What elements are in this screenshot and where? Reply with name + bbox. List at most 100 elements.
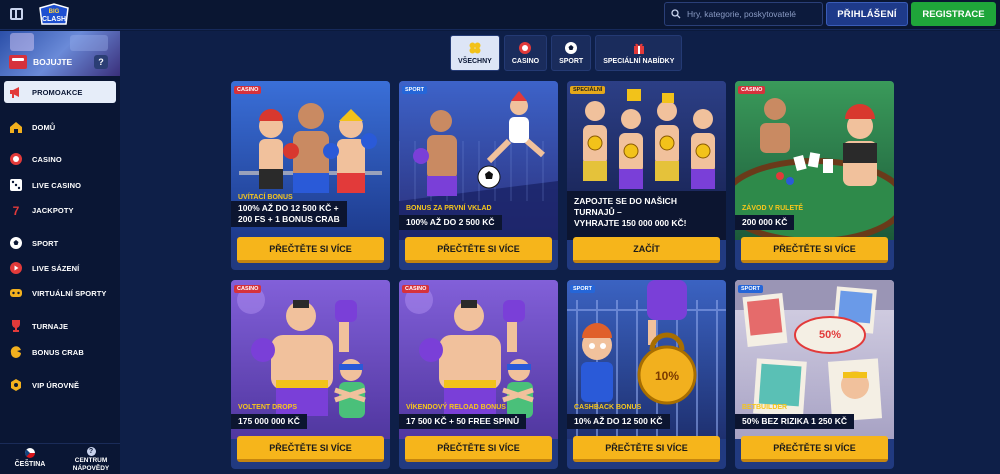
search-box[interactable] [664,2,823,26]
sidebar-item-label: PROMOAKCE [32,87,83,97]
promo-badge: SPORT [402,86,427,94]
sidebar-item-vip-rovn-[interactable]: VIP ÚROVNĚ [4,374,116,396]
sidebar-item-label: VIRTUÁLNÍ SPORTY [32,288,107,298]
sidebar-item-turnaje[interactable]: TURNAJE [4,315,116,337]
promo-headline: 175 000 000 KČ [231,414,307,429]
promo-cta-button[interactable]: PŘEČTĚTE SI VÍCE [237,237,384,263]
question-icon: ? [86,447,96,456]
register-button[interactable]: REGISTRACE [911,2,996,26]
promo-ribbon: UVÍTACÍ BONUS 100% AŽ DO 12 500 KČ +200 F… [231,194,390,227]
tab-label: VŠECHNY [458,58,492,65]
search-input[interactable] [687,9,817,19]
promo-cta-button[interactable]: PŘEČTĚTE SI VÍCE [741,237,888,263]
sidebar-item-sport[interactable]: SPORT [4,232,116,254]
trophy-icon [9,319,23,333]
top-bar: BIG CLASH PŘIHLÁŠENÍ REGISTRACE [0,0,1000,30]
promo-headline-line: 175 000 000 KČ [238,416,300,426]
sidebar-footer: ČEŠTINA ? CENTRUM NÁPOVĚDY [0,443,120,474]
promo-cta-button[interactable]: PŘEČTĚTE SI VÍCE [405,436,552,462]
tab-v-echny[interactable]: VŠECHNY [450,35,500,71]
promo-cta-button[interactable]: ZAČÍT [573,237,720,263]
fight-icon [9,55,27,69]
sidebar-toggle-icon[interactable] [10,8,23,20]
sidebar-item-dom-[interactable]: DOMŮ [4,116,116,138]
promo-cta-button[interactable]: PŘEČTĚTE SI VÍCE [405,237,552,263]
promo-cta-button[interactable]: PŘEČTĚTE SI VÍCE [237,436,384,462]
promo-headline-line: 10% AŽ DO 12 500 KČ [574,416,663,426]
search-icon [671,9,681,19]
promo-card[interactable]: CASINO UVÍTACÍ BONUS 100% AŽ DO 12 500 KČ … [231,81,390,270]
svg-text:7: 7 [13,204,20,217]
sidebar-item-casino[interactable]: CASINO [4,148,116,170]
sidebar-item-live-s-zen-[interactable]: LIVE SÁZENÍ [4,257,116,279]
promo-headline-line: TURNAJŮ – [574,207,622,217]
sidebar-item-virtu-ln-sporty[interactable]: VIRTUÁLNÍ SPORTY [4,282,116,304]
sidebar-item-label: LIVE CASINO [32,180,82,190]
fight-label: BOJUJTE [33,57,73,67]
promo-card[interactable]: 10% SPORT CASHBACK BONUS 10% AŽ DO 12 500 K… [567,280,726,469]
promo-headline-line: 200 000 KČ [742,217,788,227]
help-center-link[interactable]: ? CENTRUM NÁPOVĚDY [70,447,112,473]
promo-card[interactable]: SPECIÁLNÍ ZAPOJTE SE DO NAŠICH TURNAJŮ – VY… [567,81,726,270]
promo-headline: 200 000 KČ [735,215,795,230]
sidebar-item-label: SPORT [32,238,59,248]
casino-chip-icon [518,41,532,55]
promo-ribbon: VÍKENDOVÝ RELOAD BONUS 17 500 KČ + 50 FRE… [399,404,558,429]
crab-claw-icon [9,345,23,359]
promo-headline-line: 200 FS + 1 BONUS CRAB [238,214,340,224]
promo-category: UVÍTACÍ BONUS [238,194,293,201]
promo-card[interactable]: CASINO VOLTENT DROPS 175 000 000 KČ PŘEČTĚT… [231,280,390,469]
tab-casino[interactable]: CASINO [503,35,548,71]
sidebar-item-label: LIVE SÁZENÍ [32,263,80,273]
svg-text:CLASH: CLASH [42,16,66,23]
big-clash-logo[interactable]: BIG CLASH [34,2,74,28]
promo-badge: CASINO [738,86,766,94]
fight-row: BOJUJTE ? [0,50,120,74]
dice-icon [9,178,23,192]
sidebar-item-label: DOMŮ [32,122,56,132]
promo-card[interactable]: CASINO VÍKENDOVÝ RELOAD BONUS 17 500 KČ + … [399,280,558,469]
login-button[interactable]: PŘIHLÁŠENÍ [826,2,908,26]
promo-card[interactable]: SPORT BONUS ZA PRVNÍ VKLAD 100% AŽ DO 2 50… [399,81,558,270]
svg-text:BIG: BIG [49,9,60,15]
sidebar-item-label: CASINO [32,154,62,164]
sidebar-item-promoakce[interactable]: PROMOAKCE [4,81,116,103]
promo-ribbon: VOLTENT DROPS 175 000 000 KČ [231,404,390,429]
home-icon [9,120,23,134]
sidebar-item-bonus-crab[interactable]: BONUS CRAB [4,341,116,363]
promo-headline-line: 100% AŽ DO 12 500 KČ + [238,203,339,213]
tab-speci-ln-nab-dky[interactable]: SPECIÁLNÍ NABÍDKY [595,35,683,71]
promo-category: BETBUILDER [742,404,788,411]
sidebar-item-jackpoty[interactable]: 7 JACKPOTY [4,199,116,221]
promo-card[interactable]: 50% SPORT BETBUILDER 50% BEZ RIZIKA 1 250 K… [735,280,894,469]
live-play-icon [9,261,23,275]
sidebar-item-label: VIP ÚROVNĚ [32,380,80,390]
language-selector[interactable]: ČEŠTINA [12,448,48,468]
tab-sport[interactable]: SPORT [551,35,592,71]
promo-category: VÍKENDOVÝ RELOAD BONUS [406,404,506,411]
promo-headline-line: ZAPOJTE SE DO NAŠICH [574,196,677,206]
promo-ribbon: BONUS ZA PRVNÍ VKLAD 100% AŽ DO 2 500 KČ [399,205,558,230]
sidebar-item-live-casino[interactable]: LIVE CASINO [4,174,116,196]
promo-ribbon: ZÁVOD V RULETĚ 200 000 KČ [735,205,894,230]
promo-headline-line: 100% AŽ DO 2 500 KČ [406,217,495,227]
promo-badge: CASINO [402,285,430,293]
help-button[interactable]: ? [94,55,108,69]
czech-flag-icon [25,448,35,458]
promo-card[interactable]: CASINO ZÁVOD V RULETĚ 200 000 KČ PŘEČTĚTE S… [735,81,894,270]
promo-category: ZÁVOD V RULETĚ [742,205,804,212]
promo-cta-button[interactable]: PŘEČTĚTE SI VÍCE [573,436,720,462]
promo-badge: CASINO [234,285,262,293]
promo-headline: 17 500 KČ + 50 FREE SPINŮ [399,414,527,429]
tab-label: SPORT [559,58,584,65]
promo-cta-button[interactable]: PŘEČTĚTE SI VÍCE [741,436,888,462]
promo-category: CASHBACK BONUS [574,404,642,411]
tab-label: SPECIÁLNÍ NABÍDKY [603,58,675,65]
promo-category: VOLTENT DROPS [238,404,297,411]
jackpot-icon: 7 [9,203,23,217]
promo-art-text: 50% [819,329,841,341]
promo-tabs: VŠECHNY CASINO SPORT SPECIÁLNÍ NABÍDKY [450,35,683,71]
promo-ribbon: BETBUILDER 50% BEZ RIZIKA 1 250 KČ [735,404,894,429]
promo-badge: SPORT [570,285,595,293]
fight-banner[interactable]: BOJUJTE ? [0,31,120,76]
